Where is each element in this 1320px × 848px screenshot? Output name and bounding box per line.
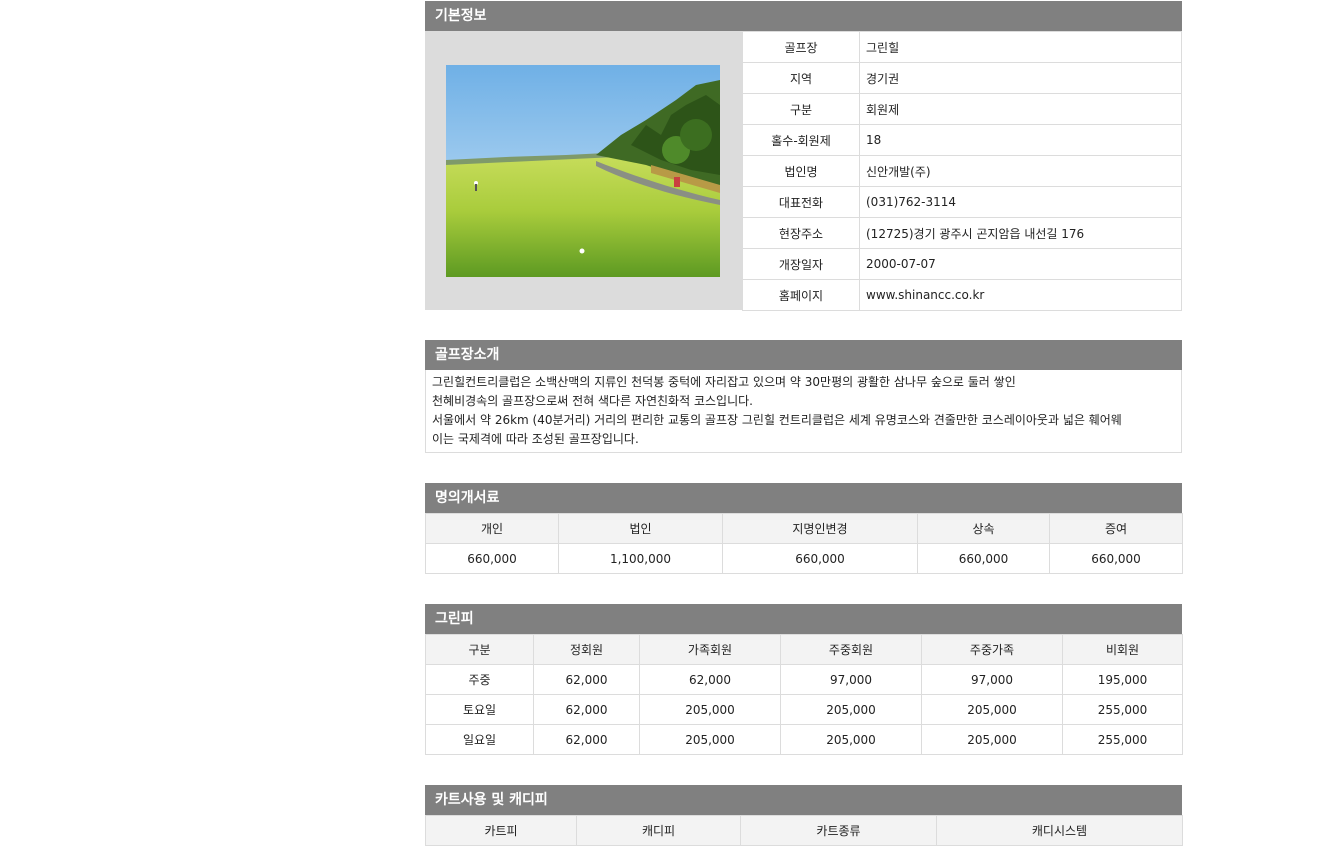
intro-text: 그린힐컨트리클럽은 소백산맥의 지류인 천덕봉 중턱에 자리잡고 있으며 약 3… — [425, 370, 1182, 453]
table-cell: 660,000 — [1049, 543, 1183, 574]
table-cell: 일요일 — [425, 724, 534, 755]
table-cell: 205,000 — [921, 724, 1063, 755]
intro-line: 천혜비경속의 골프장으로써 전혀 색다른 자연친화적 코스입니다. — [432, 394, 753, 408]
photo-frame — [425, 31, 742, 310]
column-header: 주중회원 — [780, 634, 922, 665]
column-header: 정회원 — [533, 634, 640, 665]
table-cell: 255,000 — [1062, 724, 1183, 755]
table-cell: 660,000 — [722, 543, 918, 574]
info-value: 회원제 — [859, 93, 1182, 125]
info-value: 18 — [859, 124, 1182, 156]
column-header: 비회원 — [1062, 634, 1183, 665]
green-fee-title: 그린피 — [425, 604, 1182, 634]
table-row: 토요일 62,000 205,000 205,000 205,000 255,0… — [425, 694, 1183, 725]
info-value: (12725)경기 광주시 곤지암읍 내선길 176 — [859, 217, 1182, 249]
table-cell: 660,000 — [917, 543, 1050, 574]
table-cell: 62,000 — [533, 664, 640, 695]
column-header: 상속 — [917, 513, 1050, 544]
table-cell: 97,000 — [780, 664, 922, 695]
info-value: 그린힐 — [859, 31, 1182, 63]
basic-info-title: 기본정보 — [425, 1, 1182, 31]
column-header: 주중가족 — [921, 634, 1063, 665]
info-label: 홈페이지 — [742, 279, 860, 311]
basic-info-table: 골프장 그린힐 지역 경기권 구분 회원제 홀수-회원제 18 법인명 신안개발… — [742, 31, 1182, 311]
info-row-corporation: 법인명 신안개발(주) — [742, 155, 1182, 187]
info-row-phone: 대표전화 (031)762-3114 — [742, 186, 1182, 218]
table-cell: 660,000 — [425, 543, 559, 574]
column-header: 카트피 — [425, 815, 577, 846]
info-row-holes: 홀수-회원제 18 — [742, 124, 1182, 156]
table-cell: 62,000 — [533, 694, 640, 725]
table-row: 660,000 1,100,000 660,000 660,000 660,00… — [425, 543, 1183, 574]
info-row-opening-date: 개장일자 2000-07-07 — [742, 248, 1182, 280]
info-label: 홀수-회원제 — [742, 124, 860, 156]
cart-caddie-title: 카트사용 및 캐디피 — [425, 785, 1182, 815]
column-header: 증여 — [1049, 513, 1183, 544]
table-row: 일요일 62,000 205,000 205,000 205,000 255,0… — [425, 724, 1183, 755]
cart-caddie-table: 카트피 캐디피 카트종류 캐디시스템 — [425, 815, 1183, 846]
content: 기본정보 골프장 그린힐 지역 경기권 구분 회원제 홀수-회원제 18 법인명… — [425, 1, 1183, 846]
transfer-fee-title: 명의개서료 — [425, 483, 1182, 513]
green-fee-table: 구분 정회원 가족회원 주중회원 주중가족 비회원 주중 62,000 62,0… — [425, 634, 1183, 755]
column-header: 캐디피 — [576, 815, 741, 846]
transfer-fee-table: 개인 법인 지명인변경 상속 증여 660,000 1,100,000 660,… — [425, 513, 1183, 574]
table-cell: 62,000 — [639, 664, 781, 695]
basic-info: 골프장 그린힐 지역 경기권 구분 회원제 홀수-회원제 18 법인명 신안개발… — [425, 31, 1182, 311]
info-label: 지역 — [742, 62, 860, 94]
info-label: 개장일자 — [742, 248, 860, 280]
table-row: 주중 62,000 62,000 97,000 97,000 195,000 — [425, 664, 1183, 695]
table-cell: 205,000 — [780, 694, 922, 725]
homepage-link[interactable]: www.shinancc.co.kr — [859, 279, 1182, 311]
info-value: 경기권 — [859, 62, 1182, 94]
intro-title: 골프장소개 — [425, 340, 1182, 370]
table-header-row: 구분 정회원 가족회원 주중회원 주중가족 비회원 — [425, 634, 1183, 665]
table-cell: 195,000 — [1062, 664, 1183, 695]
info-label: 현장주소 — [742, 217, 860, 249]
info-row-type: 구분 회원제 — [742, 93, 1182, 125]
column-header: 캐디시스템 — [936, 815, 1183, 846]
table-cell: 62,000 — [533, 724, 640, 755]
info-row-golf-course: 골프장 그린힐 — [742, 31, 1182, 63]
info-row-homepage: 홈페이지 www.shinancc.co.kr — [742, 279, 1182, 311]
table-cell: 205,000 — [921, 694, 1063, 725]
column-header: 가족회원 — [639, 634, 781, 665]
column-header: 개인 — [425, 513, 559, 544]
intro-line: 그린힐컨트리클럽은 소백산맥의 지류인 천덕봉 중턱에 자리잡고 있으며 약 3… — [432, 375, 1016, 389]
info-label: 구분 — [742, 93, 860, 125]
table-cell: 토요일 — [425, 694, 534, 725]
intro-line: 서울에서 약 26km (40분거리) 거리의 편리한 교통의 골프장 그린힐 … — [432, 413, 1122, 427]
column-header: 구분 — [425, 634, 534, 665]
intro-line: 이는 국제격에 따라 조성된 골프장입니다. — [432, 432, 639, 446]
golf-course-photo — [446, 65, 720, 277]
info-value: (031)762-3114 — [859, 186, 1182, 218]
info-value: 신안개발(주) — [859, 155, 1182, 187]
table-cell: 205,000 — [639, 694, 781, 725]
table-cell: 205,000 — [639, 724, 781, 755]
column-header: 법인 — [558, 513, 723, 544]
table-cell: 205,000 — [780, 724, 922, 755]
table-cell: 97,000 — [921, 664, 1063, 695]
info-label: 골프장 — [742, 31, 860, 63]
info-row-region: 지역 경기권 — [742, 62, 1182, 94]
table-header-row: 개인 법인 지명인변경 상속 증여 — [425, 513, 1183, 544]
column-header: 카트종류 — [740, 815, 937, 846]
info-label: 대표전화 — [742, 186, 860, 218]
column-header: 지명인변경 — [722, 513, 918, 544]
table-header-row: 카트피 캐디피 카트종류 캐디시스템 — [425, 815, 1183, 846]
info-row-address: 현장주소 (12725)경기 광주시 곤지암읍 내선길 176 — [742, 217, 1182, 249]
table-cell: 255,000 — [1062, 694, 1183, 725]
info-value: 2000-07-07 — [859, 248, 1182, 280]
info-label: 법인명 — [742, 155, 860, 187]
table-cell: 1,100,000 — [558, 543, 723, 574]
table-cell: 주중 — [425, 664, 534, 695]
